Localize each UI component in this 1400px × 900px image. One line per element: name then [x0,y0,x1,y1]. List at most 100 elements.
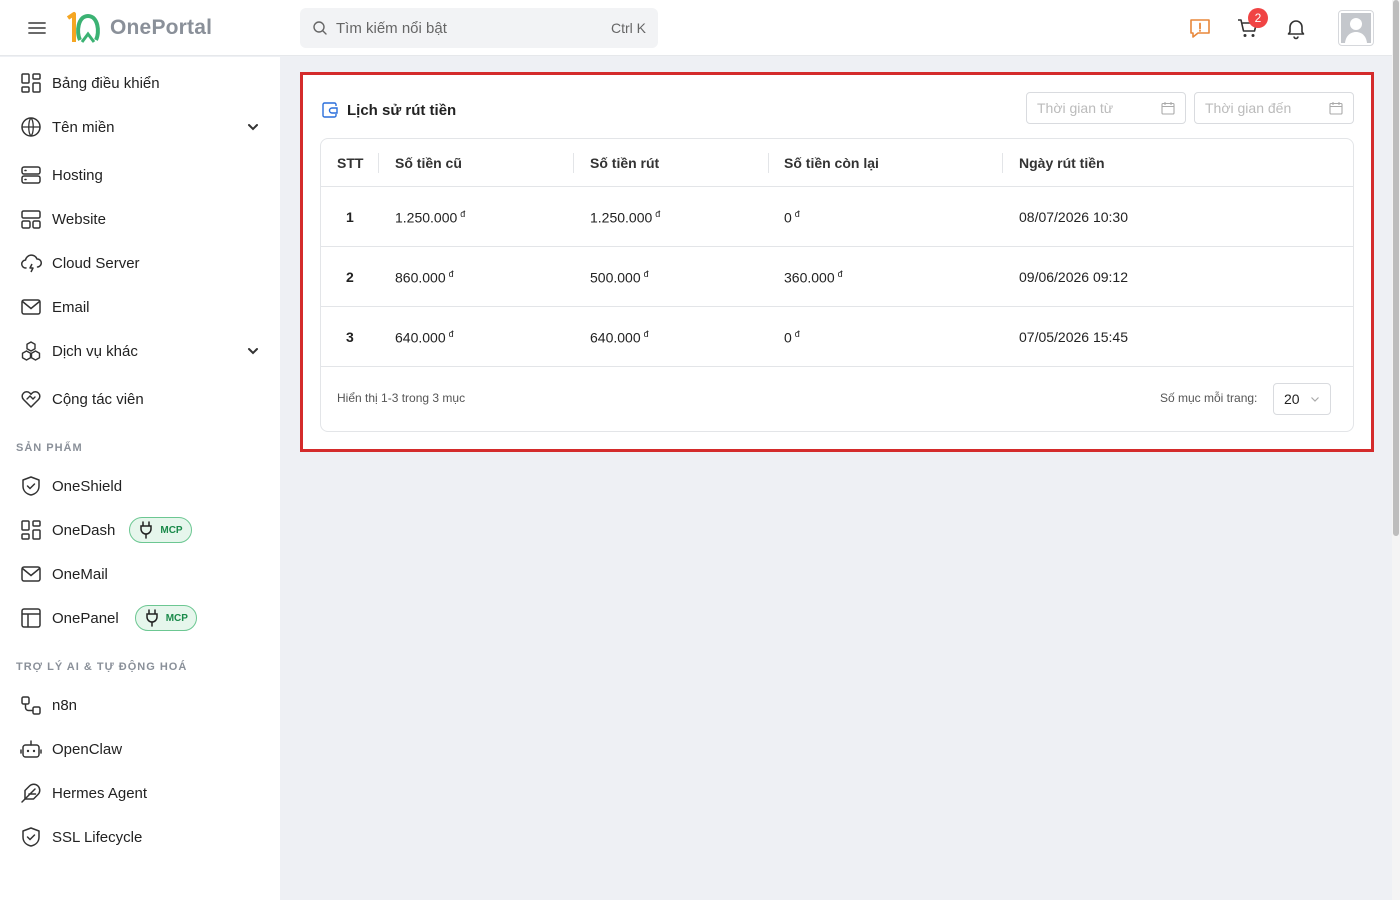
page-scrollbar[interactable] [1392,0,1400,900]
bot-icon [20,740,42,758]
table-row[interactable]: 2 860.000 đ 500.000 đ 360.000 đ 09/06/2026 … [321,247,1353,307]
sidebar-item-label: OneDash [52,521,116,539]
wallet-icon [322,102,338,118]
cell-old-amount: 860.000 đ [395,269,454,286]
mail-icon [21,566,41,582]
table-row[interactable]: 3 640.000 đ 640.000 đ 0đ 07/05/2026 15:45 [321,307,1353,367]
panel-title-text: Lịch sử rút tiền [347,101,457,119]
currency: đ [837,269,843,279]
sidebar-item-label: Hosting [52,166,103,184]
search-icon [313,21,327,35]
sidebar-item-openclaw[interactable]: OpenClaw [0,729,280,769]
date-to-input[interactable]: Thời gian đến [1194,92,1354,124]
chevron-down-icon[interactable] [246,344,260,358]
column-header-withdraw-amount: Số tiền rút [590,155,660,171]
section-title-ai: TRỢ LÝ AI & TỰ ĐỘNG HOÁ [16,661,188,673]
per-page-select[interactable]: 20 [1273,383,1331,415]
sidebar-item-label: Bảng điều khiển [52,74,160,92]
avatar[interactable] [1338,10,1374,46]
cell-old-amount: 1.250.000 đ [395,209,465,226]
sidebar-item-label: Website [52,210,106,228]
sidebar-item-cloud-server[interactable]: Cloud Server [0,243,280,283]
bell-icon[interactable] [1284,16,1308,40]
section-title-products: SẢN PHẨM [16,442,83,454]
sidebar-item-label: SSL Lifecycle [52,828,143,846]
sidebar-item-affiliate[interactable]: Cộng tác viên [0,379,280,419]
column-separator [1002,153,1003,173]
sidebar-item-onepanel[interactable]: OnePanel MCP [0,598,280,638]
boxes-icon [21,341,41,361]
cell-stt: 2 [346,269,354,285]
pagination-summary: Hiển thị 1-3 trong 3 mục [337,391,466,405]
date-to-placeholder: Thời gian đến [1205,100,1292,116]
table-header: STT Số tiền cũ Số tiền rút Số tiền còn l… [321,139,1353,187]
shield-check-icon [22,827,40,847]
mcp-badge: MCP [134,605,197,631]
withdrawal-history-panel: Lịch sử rút tiền Thời gian từ Thời gian … [300,72,1374,452]
sidebar-item-label: Cộng tác viên [52,390,144,408]
cell-old-amount: 640.000 đ [395,329,454,346]
sidebar-item-dashboard[interactable]: Bảng điều khiển [0,63,280,103]
feather-icon [21,783,41,803]
logo-icon [66,12,100,43]
amount: 640.000 [590,329,641,346]
sidebar-item-n8n[interactable]: n8n [0,685,280,725]
column-separator [573,153,574,173]
column-header-remaining: Số tiền còn lại [784,155,879,171]
sidebar-item-onedash[interactable]: OneDash MCP [0,510,280,550]
sidebar-item-email[interactable]: Email [0,287,280,327]
cell-remaining: 0đ [784,329,800,346]
scrollbar-thumb[interactable] [1393,0,1399,536]
currency: đ [448,269,454,279]
search-shortcut: Ctrl K [611,20,646,36]
date-from-input[interactable]: Thời gian từ [1026,92,1186,124]
user-avatar-icon [1341,13,1371,43]
sidebar: Bảng điều khiển Tên miền Hosting Website… [0,57,280,900]
shield-icon [22,476,40,496]
mcp-badge: MCP [129,517,192,543]
sidebar-item-label: OpenClaw [52,740,123,758]
dashboard-icon [21,73,41,93]
sidebar-item-website[interactable]: Website [0,199,280,239]
chevron-down-icon [1311,397,1319,402]
withdrawal-table: STT Số tiền cũ Số tiền rút Số tiền còn l… [320,138,1354,432]
plug-icon [140,521,153,539]
cell-remaining: 360.000 đ [784,269,843,286]
sidebar-item-ssl-lifecycle[interactable]: SSL Lifecycle [0,817,280,857]
sidebar-item-oneshield[interactable]: OneShield [0,466,280,506]
mail-icon [21,299,41,315]
currency: đ [794,329,800,339]
panel-title: Lịch sử rút tiền [321,101,456,119]
date-from-placeholder: Thời gian từ [1037,100,1114,116]
sidebar-item-label: Email [52,298,90,316]
amount: 860.000 [395,269,446,286]
sidebar-item-label: Dịch vụ khác [52,342,138,360]
sidebar-item-onemail[interactable]: OneMail [0,554,280,594]
dashboard-icon [21,520,41,540]
currency: đ [794,209,800,219]
sidebar-item-label: OnePanel [52,609,119,627]
sidebar-item-hosting[interactable]: Hosting [0,155,280,195]
sidebar-item-domain[interactable]: Tên miền [0,107,280,147]
column-header-date: Ngày rút tiền [1019,155,1105,171]
sidebar-item-label: n8n [52,696,78,714]
per-page-value: 20 [1284,391,1300,407]
currency: đ [448,329,454,339]
table-row[interactable]: 1 1.250.000 đ 1.250.000 đ 0đ 08/07/2026 10… [321,187,1353,247]
chevron-down-icon[interactable] [246,120,260,134]
cell-withdraw-amount: 1.250.000 đ [590,209,660,226]
workflow-icon [21,696,41,715]
search-box[interactable]: Tìm kiếm nổi bật Ctrl K [300,8,658,48]
menu-icon[interactable] [26,18,48,38]
sidebar-item-other-services[interactable]: Dịch vụ khác [0,331,280,371]
brand-logo[interactable]: OnePortal [64,10,212,46]
cell-date: 08/07/2026 10:30 [1019,209,1128,225]
sidebar-item-hermes-agent[interactable]: Hermes Agent [0,773,280,813]
calendar-icon [1329,102,1343,115]
cell-stt: 1 [346,209,354,225]
currency: đ [643,329,649,339]
sidebar-item-label: Tên miền [52,118,115,136]
cell-date: 07/05/2026 15:45 [1019,329,1128,345]
currency: đ [655,209,661,219]
feedback-icon[interactable] [1188,16,1212,40]
